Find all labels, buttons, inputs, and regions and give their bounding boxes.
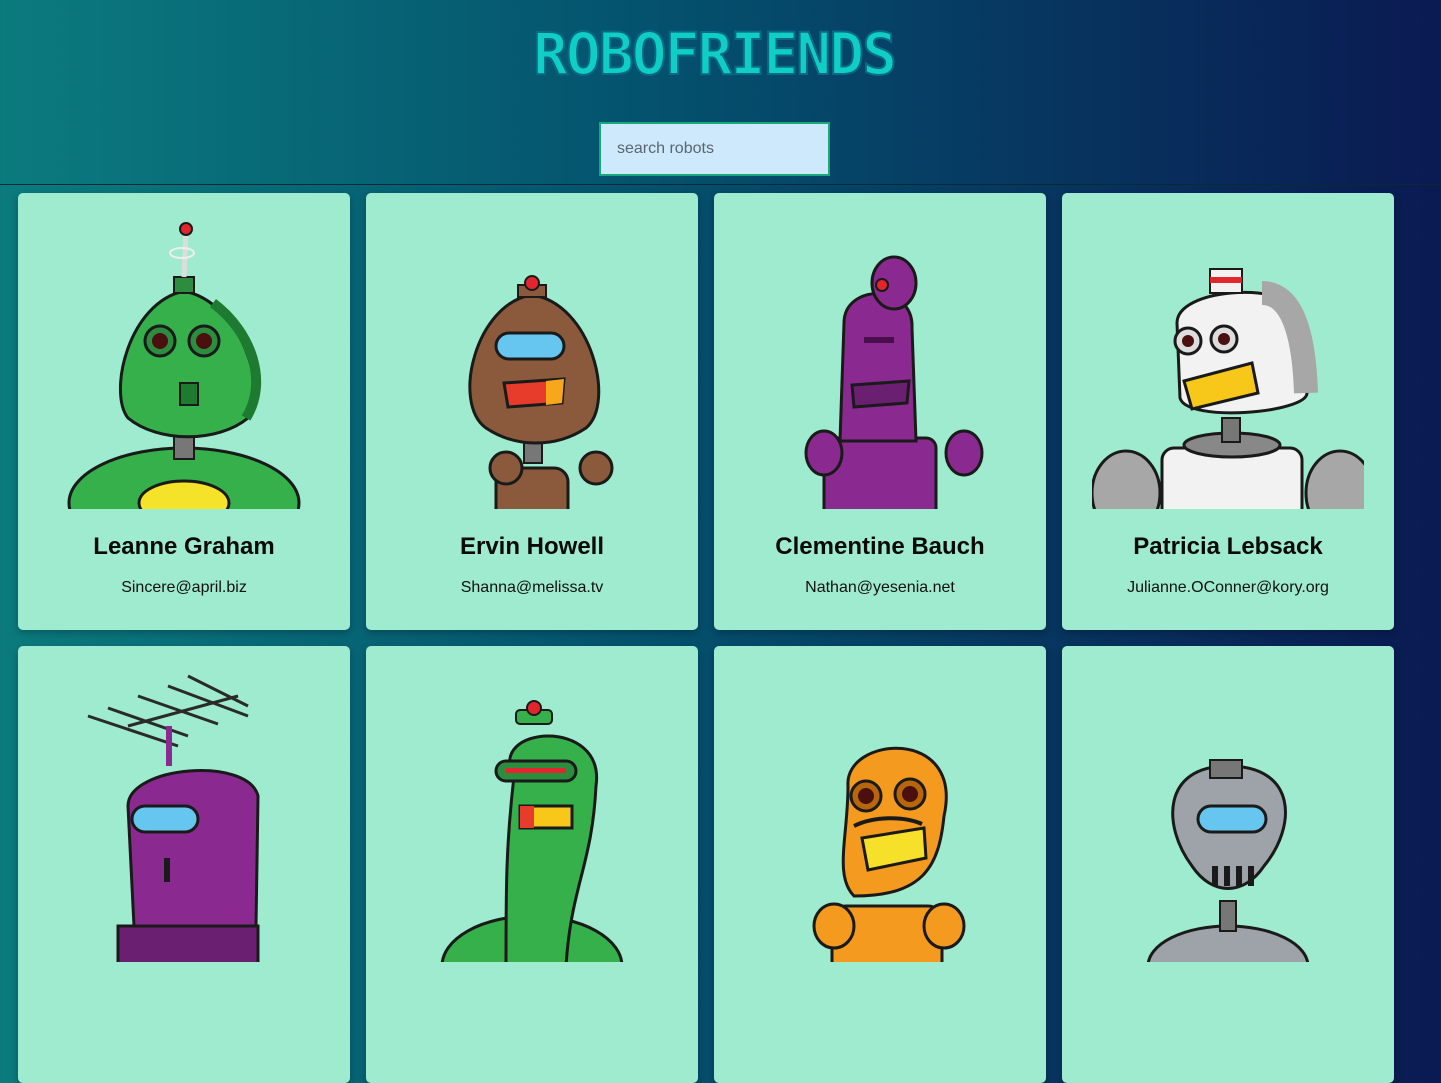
robot-card[interactable] [714, 646, 1046, 1083]
robot-card[interactable]: Ervin Howell Shanna@melissa.tv [366, 193, 698, 630]
robot-avatar-image [87, 674, 260, 962]
robot-avatar-image [812, 746, 966, 962]
robot-card[interactable]: Patricia Lebsack Julianne.OConner@kory.o… [1062, 193, 1394, 630]
robot-avatar-image [440, 700, 624, 962]
robot-email: Shanna@melissa.tv [460, 579, 604, 596]
robot-avatar-image [468, 275, 614, 509]
app-logo: ROBOFRIENDS [528, 26, 900, 82]
robofriends-logo-text: ROBOFRIENDS [532, 26, 898, 82]
robot-avatar-image [67, 222, 301, 509]
robot-avatar-image [1092, 268, 1364, 509]
robot-name: Clementine Bauch [775, 533, 985, 560]
robot-card[interactable]: Clementine Bauch Nathan@yesenia.net [714, 193, 1046, 630]
robot-email: Julianne.OConner@kory.org [1127, 579, 1329, 596]
robot-name: Ervin Howell [459, 533, 605, 560]
robot-card[interactable] [366, 646, 698, 1083]
robot-name: Patricia Lebsack [1133, 533, 1323, 560]
robot-card[interactable] [1062, 646, 1394, 1083]
robot-email: Sincere@april.biz [121, 579, 247, 596]
robot-email: Nathan@yesenia.net [805, 579, 955, 596]
robot-name: Leanne Graham [93, 533, 275, 560]
header: ROBOFRIENDS [0, 0, 1441, 185]
robot-avatar-image [804, 255, 984, 509]
robot-card[interactable]: Leanne Graham Sincere@april.biz [18, 193, 350, 630]
search-input[interactable] [599, 122, 830, 176]
robot-avatar-image [1146, 759, 1310, 962]
app-title: ROBOFRIENDS [533, 26, 895, 82]
robot-card[interactable] [18, 646, 350, 1083]
